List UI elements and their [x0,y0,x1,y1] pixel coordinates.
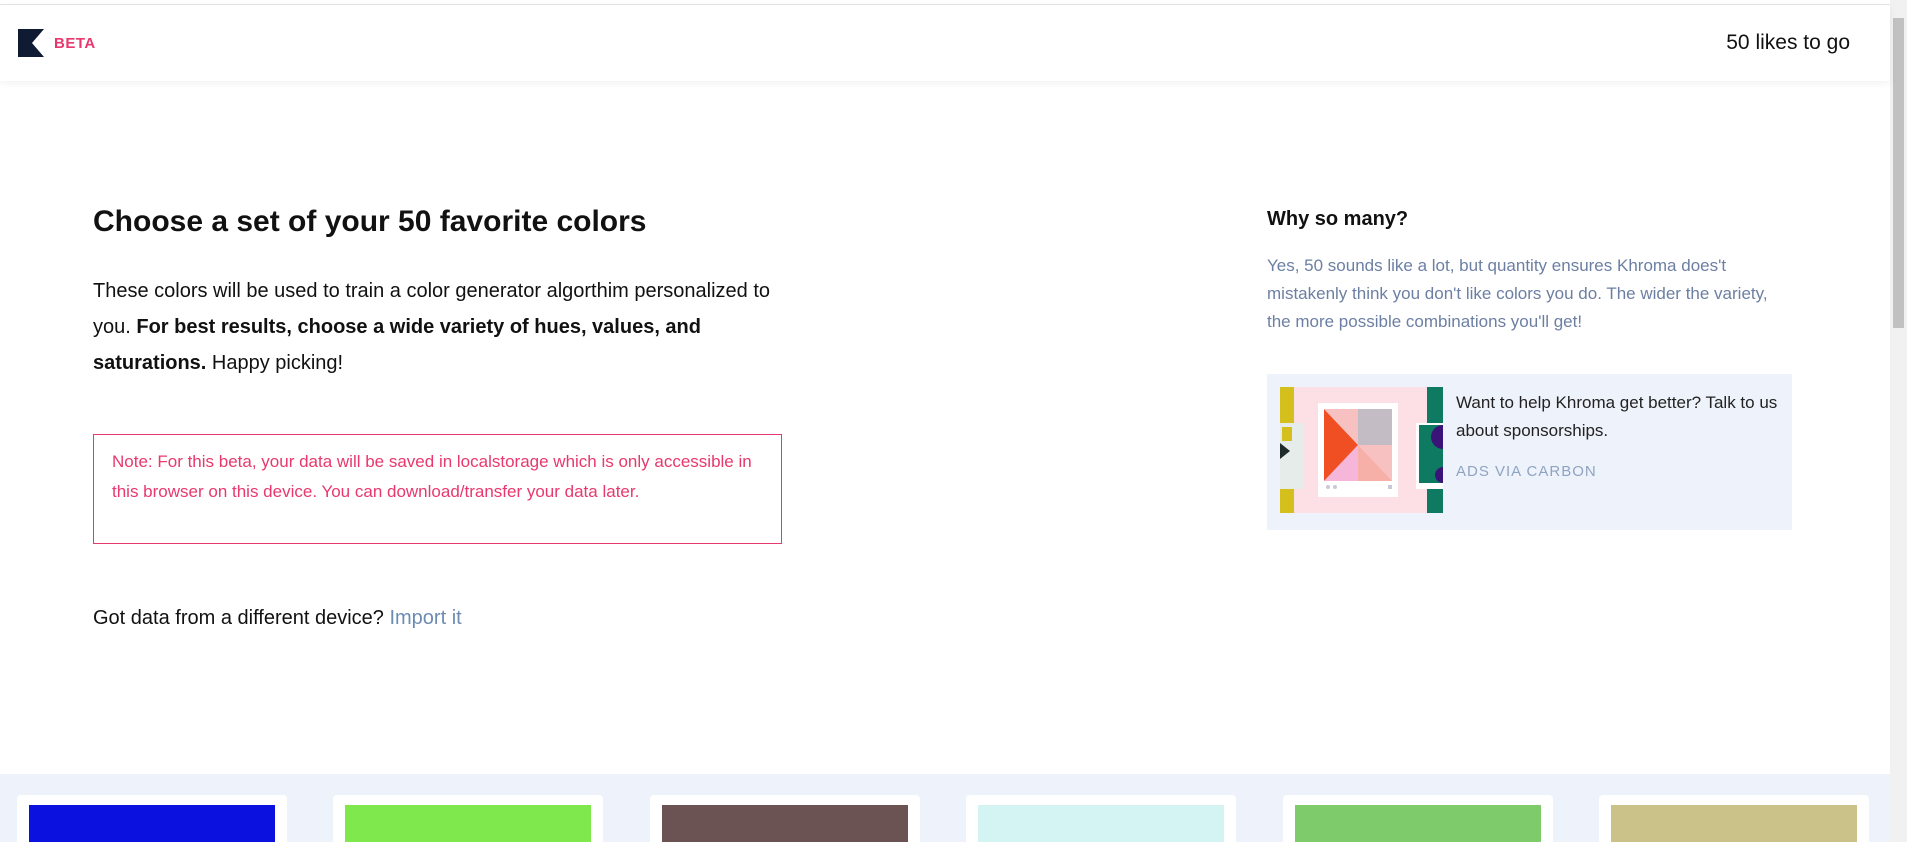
khroma-page: BETA 50 likes to go Choose a set of your… [0,0,1907,842]
intro-section: Choose a set of your 50 favorite colors … [93,205,813,381]
ads-via-carbon-link[interactable]: ADS VIA CARBON [1456,463,1779,480]
color-card[interactable] [650,795,920,842]
color-swatch[interactable] [978,805,1224,842]
color-swatch[interactable] [29,805,275,842]
color-card[interactable] [1599,795,1869,842]
color-swatch[interactable] [1295,805,1541,842]
import-prompt: Got data from a different device? Import… [93,607,462,630]
ad-text: Want to help Khroma get better? Talk to … [1456,387,1779,517]
carbon-ad[interactable]: Want to help Khroma get better? Talk to … [1267,374,1792,530]
likes-remaining-counter: 50 likes to go [1726,31,1850,54]
color-card[interactable] [333,795,603,842]
why-section: Why so many? Yes, 50 sounds like a lot, … [1267,208,1787,336]
ad-copy-link[interactable]: Want to help Khroma get better? Talk to … [1456,389,1779,445]
color-card[interactable] [17,795,287,842]
khroma-k-logo-icon[interactable] [18,29,44,57]
why-title: Why so many? [1267,208,1409,230]
intro-description: These colors will be used to train a col… [93,273,813,381]
beta-badge: BETA [54,34,96,52]
ad-image[interactable] [1280,387,1455,513]
color-card[interactable] [1283,795,1553,842]
why-body: Yes, 50 sounds like a lot, but quantity … [1267,256,1768,331]
scrollbar-thumb[interactable] [1893,18,1904,328]
intro-lead-tail: Happy picking! [206,352,344,374]
color-swatch[interactable] [1611,805,1857,842]
import-question: Got data from a different device? [93,607,390,629]
page-title: Choose a set of your 50 favorite colors [93,205,647,238]
import-link[interactable]: Import it [389,607,461,629]
brand[interactable]: BETA [18,29,96,57]
color-card[interactable] [966,795,1236,842]
color-swatch[interactable] [662,805,908,842]
localstorage-note: Note: For this beta, your data will be s… [93,434,782,544]
page-scrollbar[interactable] [1890,0,1907,842]
header: BETA 50 likes to go [0,5,1890,81]
intro-lead-bold: For best results, choose a wide variety … [93,316,701,374]
color-swatch[interactable] [345,805,591,842]
